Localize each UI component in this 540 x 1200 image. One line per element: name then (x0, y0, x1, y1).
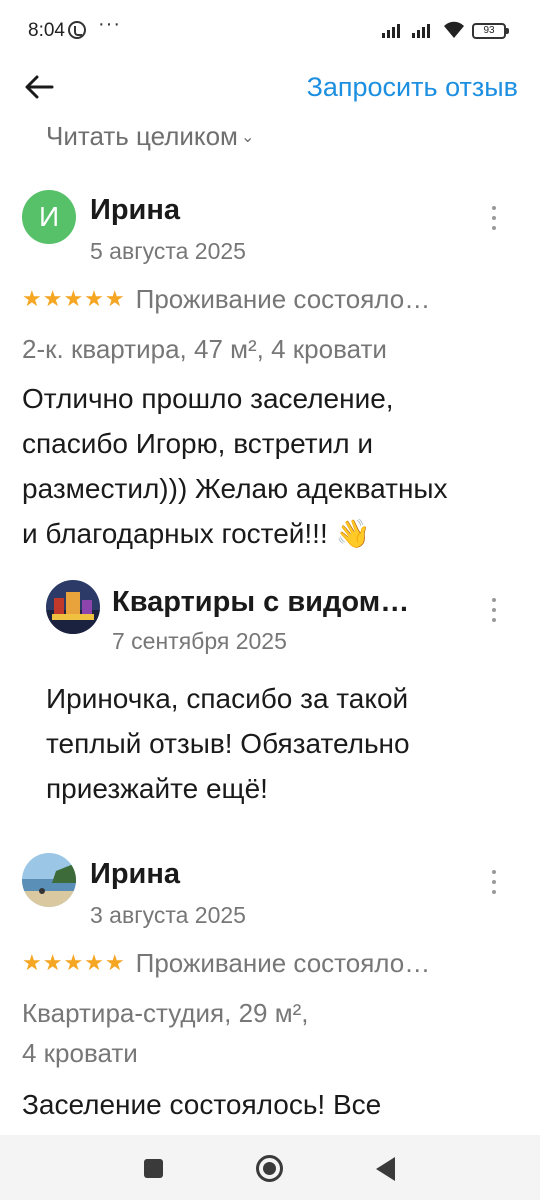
request-review-link[interactable]: Запросить отзыв (307, 72, 518, 103)
listing-meta-line: Квартира-студия, 29 м², (22, 998, 309, 1028)
review-text: Заселение состоялось! Все (22, 1082, 381, 1127)
reply-text-line: приезжайте ещё! (46, 773, 268, 804)
read-full-label: Читать целиком (46, 121, 238, 151)
more-options-icon[interactable] (484, 596, 504, 624)
reply-date: 7 сентября 2025 (112, 628, 287, 654)
rating-line: ★★★★★ Проживание состояло… (22, 284, 518, 315)
back-triangle-icon[interactable] (376, 1157, 395, 1181)
chevron-down-icon: ⌄ (240, 129, 255, 146)
reply-text: Ириночка, спасибо за такой теплый отзыв!… (46, 676, 410, 811)
system-nav-bar (0, 1135, 540, 1200)
back-arrow-icon[interactable] (22, 70, 56, 104)
avatar[interactable] (22, 853, 76, 907)
listing-meta-line: 4 кровати (22, 1038, 138, 1068)
more-options-icon[interactable] (484, 204, 504, 232)
review-text: Отлично прошло заселение, спасибо Игорю,… (22, 376, 448, 556)
rating-line: ★★★★★ Проживание состояло… (22, 948, 518, 979)
signal-icon-2 (412, 22, 438, 38)
reply-author: Квартиры с видом… (112, 586, 410, 618)
reply-text-line: теплый отзыв! Обязательно (46, 728, 410, 759)
recents-icon[interactable] (144, 1159, 163, 1178)
status-bar: 8:04 ··· 93 (0, 0, 540, 58)
reply-text-line: Ириночка, спасибо за такой (46, 683, 409, 714)
avatar[interactable]: И (22, 190, 76, 244)
star-rating: ★★★★★ (22, 286, 126, 311)
home-icon[interactable] (256, 1155, 283, 1182)
star-rating: ★★★★★ (22, 950, 126, 975)
more-notifications-icon: ··· (98, 13, 121, 35)
listing-meta: Квартира-студия, 29 м², 4 кровати (22, 993, 308, 1073)
listing-meta: 2-к. квартира, 47 м², 4 кровати (22, 334, 387, 364)
review-text-line: Отлично прошло заселение, (22, 383, 394, 414)
review-text-line: спасибо Игорю, встретил и (22, 428, 374, 459)
wifi-icon (444, 21, 464, 38)
review-author: Ирина (90, 858, 181, 890)
review-date: 3 августа 2025 (90, 902, 246, 928)
review-text-line: разместил))) Желаю адекватных (22, 473, 448, 504)
review-text-line: Заселение состоялось! Все (22, 1089, 382, 1120)
signal-icon (382, 22, 408, 38)
read-full-button[interactable]: Читать целиком ⌄ (46, 121, 254, 152)
review-date: 5 августа 2025 (90, 238, 246, 264)
rating-label[interactable]: Проживание состояло… (136, 284, 431, 314)
battery-icon: 93 (472, 23, 509, 39)
host-avatar[interactable] (46, 580, 100, 634)
more-options-icon[interactable] (484, 868, 504, 896)
status-time: 8:04 (28, 20, 65, 41)
review-text-line: и благодарных гостей!!! 👋 (22, 518, 371, 549)
review-author: Ирина (90, 194, 181, 226)
whatsapp-icon (68, 21, 86, 39)
rating-label[interactable]: Проживание состояло… (136, 948, 431, 978)
